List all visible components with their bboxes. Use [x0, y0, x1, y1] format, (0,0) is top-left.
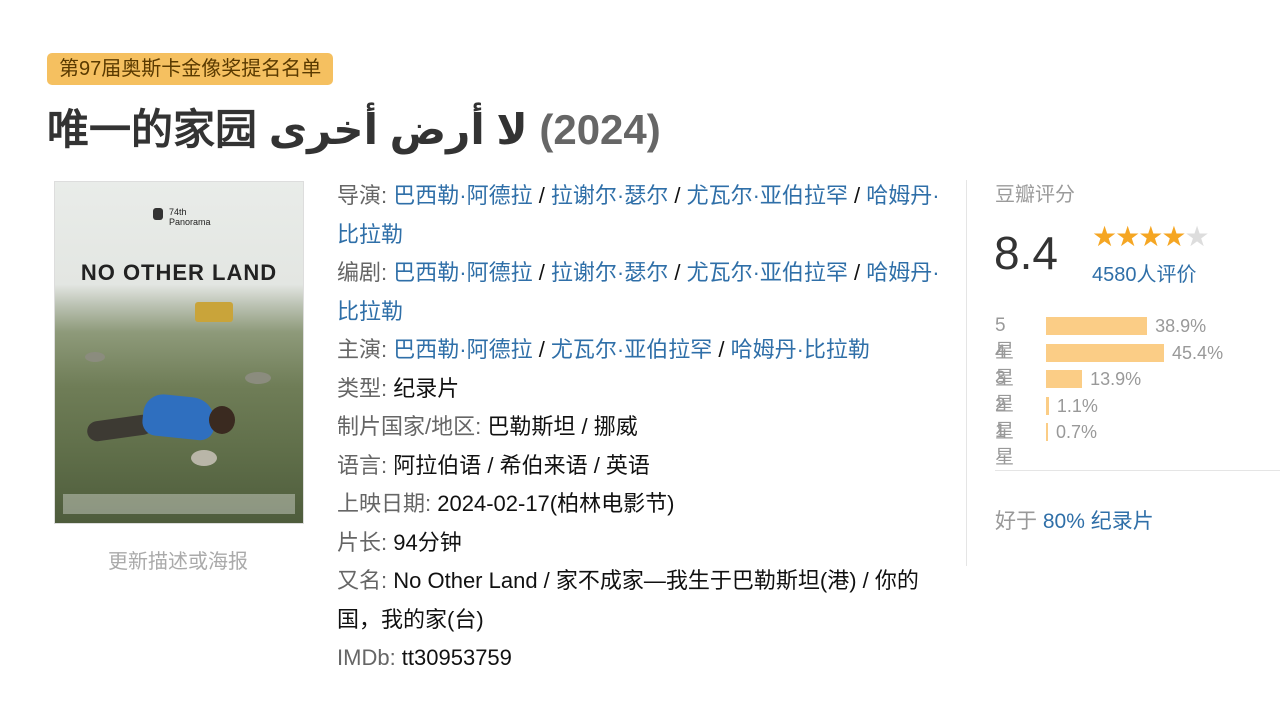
country-row: 制片国家/地区: 巴勒斯坦 / 挪威	[337, 414, 638, 439]
imdb-label: IMDb	[337, 645, 390, 670]
award-badge[interactable]: 第97届奥斯卡金像奖提名名单	[47, 53, 334, 85]
cast-link[interactable]: 尤瓦尔·亚伯拉罕	[551, 337, 712, 362]
star-icon: ★	[1092, 221, 1117, 252]
cast-label: 主演	[337, 337, 382, 362]
runtime-value: 94分钟	[393, 529, 462, 555]
country-label: 制片国家/地区	[337, 414, 476, 439]
movie-title: 唯一的家园 لا أرض أخرى (2024)	[47, 96, 661, 157]
runtime-label: 片长	[337, 529, 382, 555]
rock	[85, 352, 105, 362]
title-year: (2024)	[539, 106, 661, 153]
language-label: 语言	[337, 452, 382, 478]
release-row: 上映日期: 2024-02-17(柏林电影节)	[337, 491, 675, 516]
rating-row-percent: 1.1%	[1056, 395, 1098, 416]
movie-info: 导演: 巴西勒·阿德拉 / 拉谢尔·瑟尔 / 尤瓦尔·亚伯拉罕 / 哈姆丹·比拉…	[337, 177, 947, 678]
country-value: 巴勒斯坦 / 挪威	[487, 414, 638, 439]
person-head	[209, 406, 235, 434]
rating-row-percent: 38.9%	[1155, 316, 1207, 336]
rating-stars: ★★★★★	[1092, 220, 1210, 253]
writer-label: 编剧	[337, 260, 382, 285]
genre-row: 类型: 纪录片	[337, 375, 460, 401]
aka-row: 又名: No Other Land / 家不成家—我生于巴勒斯坦(港) / 你的…	[337, 568, 919, 632]
person-illustration	[141, 392, 217, 442]
runtime-row: 片长: 94分钟	[337, 529, 462, 555]
star-icon: ★	[1161, 221, 1186, 252]
title-original: لا أرض أخرى	[268, 106, 528, 153]
horizontal-divider	[995, 470, 1280, 471]
rock	[245, 372, 271, 384]
language-row: 语言: 阿拉伯语 / 希伯来语 / 英语	[337, 452, 650, 478]
genre-value: 纪录片	[393, 375, 460, 401]
rating-row-percent: 45.4%	[1172, 342, 1224, 363]
director-label: 导演	[337, 183, 382, 208]
director-link[interactable]: 拉谢尔·瑟尔	[551, 183, 668, 208]
rating-bar	[1046, 370, 1083, 388]
writer-link[interactable]: 拉谢尔·瑟尔	[551, 260, 668, 285]
cast-link[interactable]: 哈姆丹·比拉勒	[731, 337, 870, 362]
update-description-link[interactable]: 更新描述或海报	[54, 545, 302, 574]
movie-poster[interactable]: 74th Panorama NO OTHER LAND	[54, 181, 304, 524]
better-prefix: 好于	[995, 510, 1037, 533]
rating-title: 豆瓣评分	[995, 184, 1075, 206]
aka-value: No Other Land / 家不成家—我生于巴勒斯坦(港) / 你的国，我的…	[337, 568, 919, 632]
rating-bar	[1046, 396, 1049, 415]
imdb-value: tt30953759	[401, 645, 512, 670]
rating-bar	[1046, 343, 1165, 362]
star-icon: ★	[1138, 221, 1163, 252]
rock	[191, 450, 217, 466]
writer-link[interactable]: 尤瓦尔·亚伯拉罕	[687, 260, 848, 285]
imdb-row: IMDb: tt30953759	[337, 645, 512, 670]
aka-label: 又名	[337, 568, 382, 593]
bulldozer-illustration	[195, 302, 233, 322]
language-value: 阿拉伯语 / 希伯来语 / 英语	[393, 452, 650, 478]
festival-label: 74th Panorama	[169, 207, 211, 227]
director-link[interactable]: 巴西勒·阿德拉	[393, 183, 532, 208]
cast-link[interactable]: 巴西勒·阿德拉	[393, 337, 532, 362]
poster-title: NO OTHER LAND	[80, 260, 278, 285]
release-label: 上映日期	[337, 491, 426, 516]
release-value: 2024-02-17(柏林电影节)	[437, 491, 675, 516]
rating-row-percent: 0.7%	[1056, 422, 1098, 442]
writer-row: 编剧: 巴西勒·阿德拉 / 拉谢尔·瑟尔 / 尤瓦尔·亚伯拉罕 / 哈姆丹·比拉…	[337, 260, 940, 324]
rating-score: 8.4	[994, 227, 1058, 279]
better-than-link[interactable]: 80% 纪录片	[1043, 510, 1154, 533]
title-chinese: 唯一的家园	[47, 106, 258, 153]
berlinale-bear-icon	[153, 208, 163, 220]
rating-bar	[1046, 423, 1048, 441]
star-empty-icon: ★	[1184, 221, 1209, 252]
rating-count-link[interactable]: 4580人评价	[1092, 258, 1197, 287]
better-than: 好于 80% 纪录片	[995, 505, 1154, 535]
rating-row-label: 1星	[995, 421, 1015, 468]
director-link[interactable]: 尤瓦尔·亚伯拉罕	[687, 183, 848, 208]
star-icon: ★	[1115, 221, 1140, 252]
writer-link[interactable]: 巴西勒·阿德拉	[393, 260, 532, 285]
cast-row: 主演: 巴西勒·阿德拉 / 尤瓦尔·亚伯拉罕 / 哈姆丹·比拉勒	[337, 337, 870, 362]
rating-row-percent: 13.9%	[1090, 369, 1142, 389]
vertical-divider	[966, 180, 967, 566]
director-row: 导演: 巴西勒·阿德拉 / 拉谢尔·瑟尔 / 尤瓦尔·亚伯拉罕 / 哈姆丹·比拉…	[337, 183, 940, 247]
genre-label: 类型	[337, 375, 382, 401]
rating-bar	[1046, 317, 1148, 335]
poster-credits	[63, 494, 295, 514]
